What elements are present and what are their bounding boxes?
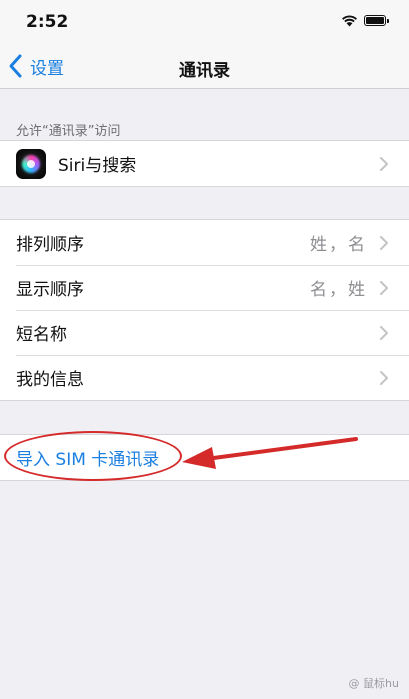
chevron-right-icon (380, 281, 388, 295)
siri-search-label: Siri与搜索 (58, 156, 137, 176)
chevron-right-icon (380, 326, 388, 340)
settings-group-siri: Siri与搜索 (0, 140, 409, 187)
watermark: @ 鼠标hu (348, 677, 399, 690)
chevron-right-icon (380, 157, 388, 171)
sort-order-value: 姓，名 (310, 235, 367, 255)
chevron-right-icon (380, 371, 388, 385)
display-order-row[interactable]: 显示顺序 名，姓 (0, 265, 409, 310)
page-title: 通讯录 (179, 61, 230, 81)
sort-order-label: 排列顺序 (16, 235, 84, 255)
siri-search-row[interactable]: Siri与搜索 (0, 141, 409, 186)
settings-group-contacts: 排列顺序 姓，名 显示顺序 名，姓 短名称 我的信息 (0, 219, 409, 401)
sort-order-row[interactable]: 排列顺序 姓，名 (0, 220, 409, 265)
display-order-label: 显示顺序 (16, 280, 84, 300)
short-name-row[interactable]: 短名称 (0, 310, 409, 355)
battery-icon (364, 15, 389, 26)
wifi-icon (342, 15, 357, 27)
section-header: 允许“通讯录”访问 (16, 124, 121, 139)
navigation-bar: 设置 通讯录 (0, 44, 409, 89)
status-time: 2:52 (26, 12, 69, 32)
my-info-label: 我的信息 (16, 370, 84, 390)
annotation-oval (4, 431, 182, 481)
my-info-row[interactable]: 我的信息 (0, 355, 409, 400)
display-order-value: 名，姓 (310, 280, 367, 300)
chevron-right-icon (380, 236, 388, 250)
short-name-label: 短名称 (16, 325, 67, 345)
siri-icon (16, 148, 46, 179)
status-bar: 2:52 (0, 0, 409, 44)
annotation-arrow-icon (182, 437, 358, 469)
